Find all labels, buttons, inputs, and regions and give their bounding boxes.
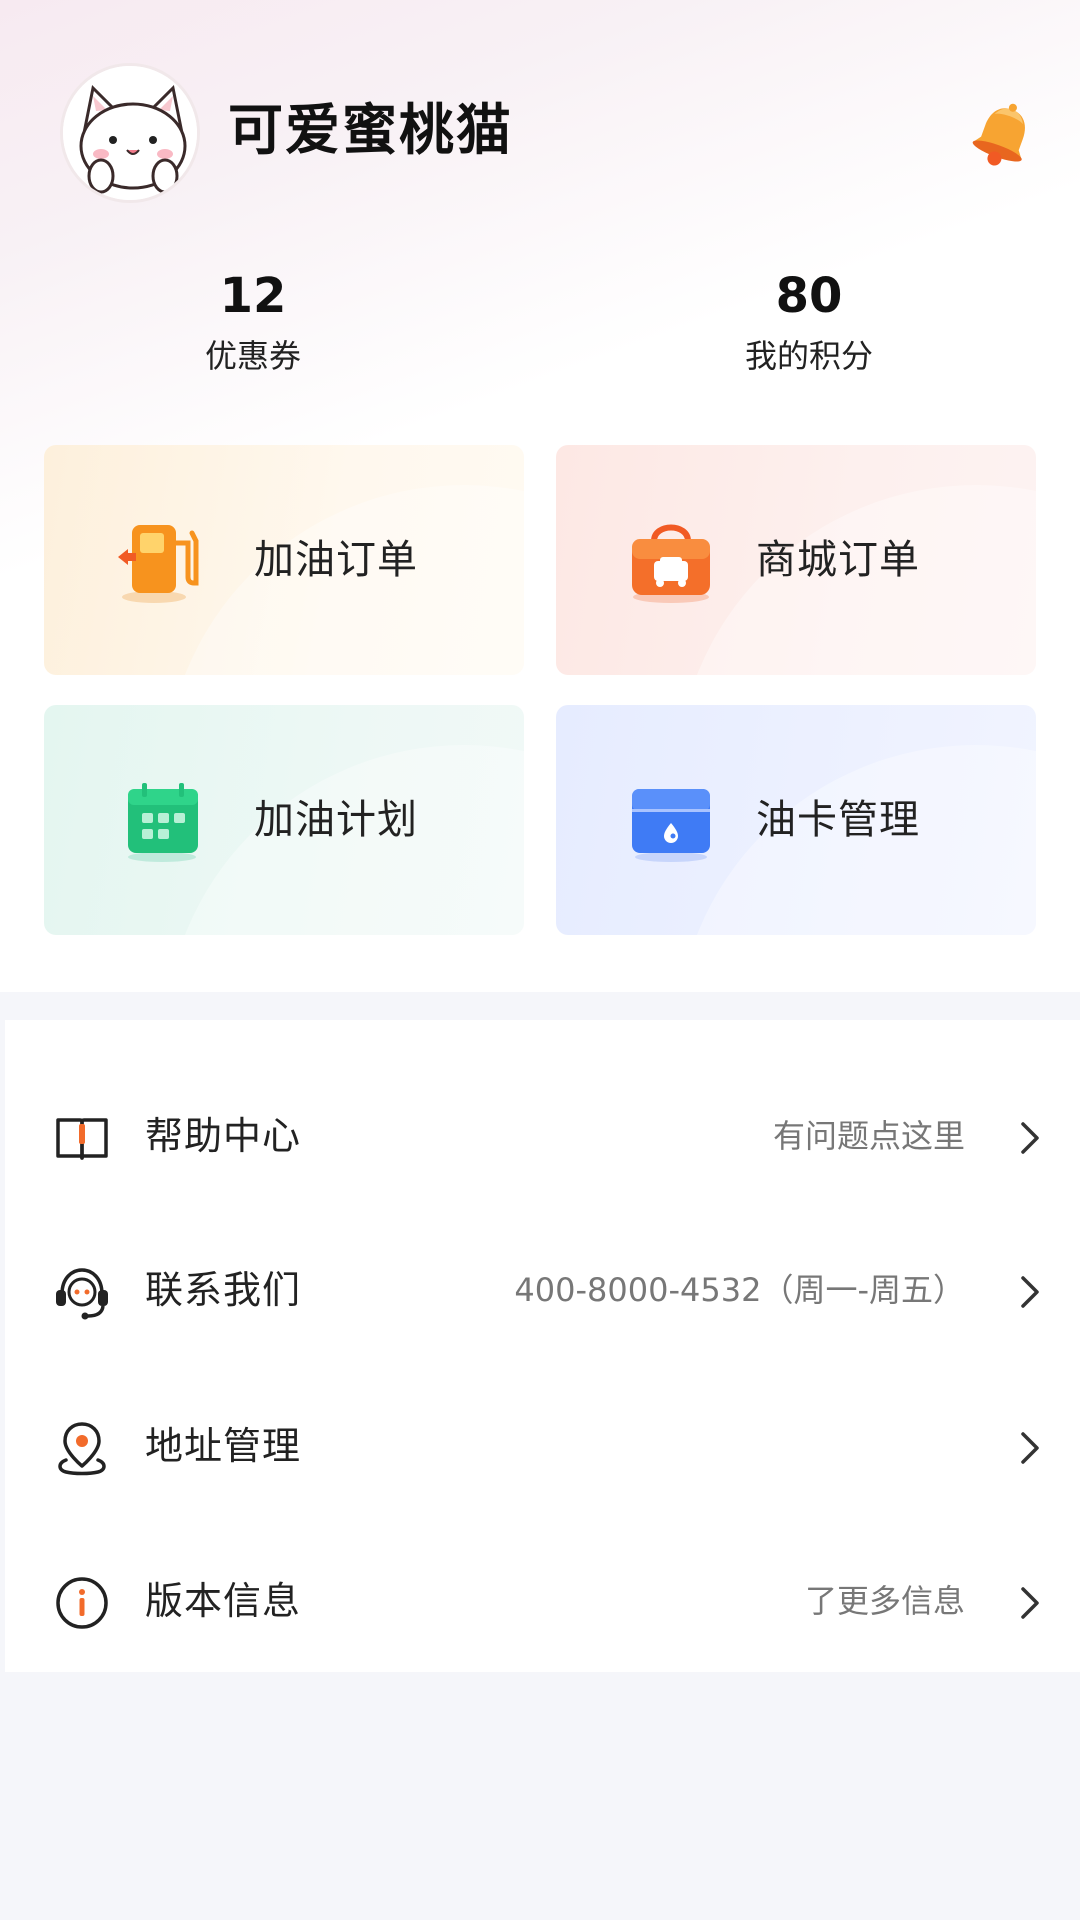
coupons-stat[interactable]: 12 优惠券 bbox=[123, 266, 383, 378]
contact-us-hint: 400-8000-4532（周一-周五） bbox=[514, 1271, 965, 1309]
chevron-right-icon bbox=[1021, 1432, 1039, 1464]
fuel-plan-card[interactable]: 加油计划 bbox=[44, 705, 524, 935]
settings-menu: 帮助中心 有问题点这里 联系我们 400-8000-4532（周一-周五） 地址… bbox=[5, 1020, 1080, 1672]
fuel-order-label: 加油订单 bbox=[254, 537, 418, 583]
menu-item-version-info[interactable]: 版本信息 了更多信息 bbox=[5, 1523, 1080, 1678]
card-manage-card[interactable]: 油卡管理 bbox=[556, 705, 1036, 935]
chevron-right-icon bbox=[1021, 1122, 1039, 1154]
card-icon bbox=[632, 789, 710, 862]
help-center-hint: 有问题点这里 bbox=[772, 1117, 965, 1155]
card-manage-label: 油卡管理 bbox=[756, 797, 920, 843]
fuel-order-card[interactable]: 加油订单 bbox=[44, 445, 524, 675]
coupons-count: 12 bbox=[219, 268, 287, 324]
profile-header: 可爱蜜桃猫 12 优惠券 80 我的积分 加油订单 商城订单 加油计划 油卡管理 bbox=[0, 0, 1080, 992]
help-center-label: 帮助中心 bbox=[145, 1114, 302, 1158]
location-pin-icon bbox=[58, 1422, 106, 1476]
username: 可爱蜜桃猫 bbox=[228, 98, 514, 162]
coupons-label: 优惠券 bbox=[204, 337, 301, 375]
bell-icon bbox=[972, 103, 1025, 166]
menu-item-address-management[interactable]: 地址管理 bbox=[5, 1368, 1080, 1523]
address-management-label: 地址管理 bbox=[145, 1424, 302, 1468]
fuel-plan-label: 加油计划 bbox=[254, 797, 418, 843]
calendar-icon bbox=[128, 783, 198, 862]
mall-order-card[interactable]: 商城订单 bbox=[556, 445, 1036, 675]
menu-item-help-center[interactable]: 帮助中心 有问题点这里 bbox=[5, 1058, 1080, 1213]
points-stat[interactable]: 80 我的积分 bbox=[679, 266, 939, 378]
menu-item-contact-us[interactable]: 联系我们 400-8000-4532（周一-周五） bbox=[5, 1212, 1080, 1367]
chevron-right-icon bbox=[1021, 1587, 1039, 1619]
shopping-bag-icon bbox=[632, 524, 710, 603]
chevron-right-icon bbox=[1021, 1276, 1039, 1308]
mall-order-label: 商城订单 bbox=[756, 537, 920, 583]
info-icon bbox=[56, 1577, 108, 1629]
version-info-label: 版本信息 bbox=[145, 1579, 302, 1623]
points-count: 80 bbox=[775, 268, 843, 324]
avatar[interactable] bbox=[60, 63, 200, 203]
contact-us-label: 联系我们 bbox=[145, 1268, 302, 1312]
headset-icon bbox=[56, 1268, 108, 1320]
points-label: 我的积分 bbox=[744, 337, 873, 375]
cat-avatar-icon bbox=[63, 66, 197, 200]
version-info-hint: 了更多信息 bbox=[804, 1582, 965, 1620]
fuel-pump-icon bbox=[118, 525, 199, 603]
notification-button[interactable] bbox=[968, 100, 1038, 170]
book-icon bbox=[56, 1118, 108, 1160]
profile-page: 可爱蜜桃猫 12 优惠券 80 我的积分 加油订单 商城订单 加油计划 油卡管理… bbox=[0, 0, 1080, 1920]
